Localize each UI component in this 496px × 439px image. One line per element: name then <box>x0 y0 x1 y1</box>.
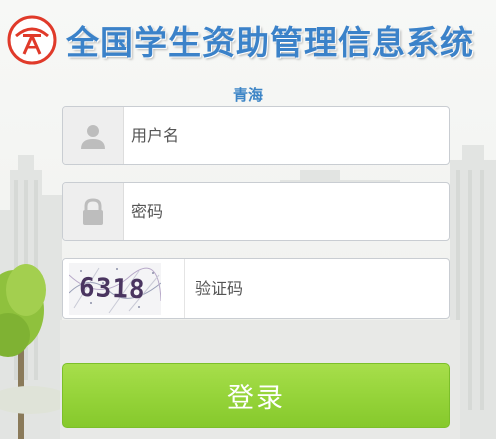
password-icon-box <box>63 183 124 240</box>
lock-icon <box>83 197 103 225</box>
login-button[interactable]: 登录 <box>62 363 450 428</box>
captcha-image[interactable]: 6318 <box>69 262 161 315</box>
student-aid-logo-icon <box>7 15 57 65</box>
captcha-input[interactable] <box>185 259 449 318</box>
captcha-code: 6318 <box>78 272 147 305</box>
password-input[interactable] <box>124 183 449 240</box>
tree-decoration <box>0 264 60 439</box>
username-input[interactable] <box>124 107 449 164</box>
username-field[interactable] <box>62 106 450 165</box>
username-icon-box <box>63 107 124 164</box>
password-field[interactable] <box>62 182 450 241</box>
app-title: 全国学生资助管理信息系统 <box>66 23 474 62</box>
captcha-image-box[interactable]: 6318 <box>63 259 185 318</box>
user-icon <box>81 124 105 149</box>
region-label: 青海 <box>232 86 263 104</box>
app-header: 全国学生资助管理信息系统 <box>6 14 474 66</box>
captcha-field[interactable]: 6318 <box>62 258 450 319</box>
